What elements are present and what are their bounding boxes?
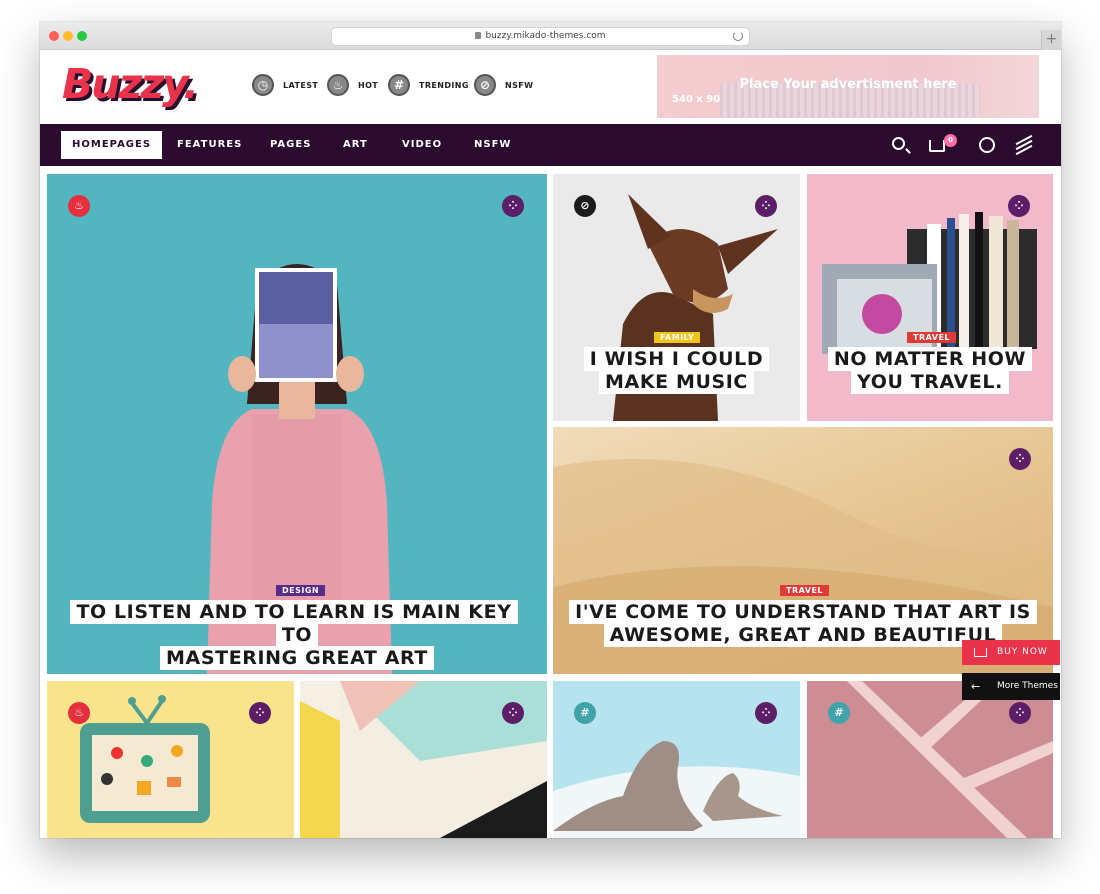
- post-card-6[interactable]: ⁘: [300, 681, 547, 838]
- address-bar[interactable]: buzzy.mikado-themes.com: [332, 28, 749, 45]
- buy-now-button[interactable]: BUY NOW: [962, 640, 1060, 665]
- main-nav: HOMEPAGES FEATURES PAGES ART VIDEO NSFW …: [40, 124, 1061, 166]
- quick-link-label: TRENDING: [419, 80, 469, 90]
- hot-badge-icon[interactable]: ♨: [68, 702, 90, 724]
- post-card-8[interactable]: # ⁘: [807, 681, 1053, 838]
- category-tag-family[interactable]: FAMILY: [654, 332, 701, 343]
- share-icon[interactable]: ⁘: [502, 195, 524, 217]
- more-themes-button[interactable]: More Themes: [962, 673, 1060, 700]
- nav-item-pages[interactable]: PAGES: [270, 124, 311, 166]
- post-card-5[interactable]: ♨ ⁘: [47, 681, 294, 838]
- nav-item-art[interactable]: ART: [343, 124, 368, 166]
- new-tab-button[interactable]: +: [1041, 30, 1061, 50]
- nav-item-features[interactable]: FEATURES: [177, 124, 242, 166]
- post-4-title-line-1: I'VE COME TO UNDERSTAND THAT ART IS: [569, 600, 1037, 624]
- nav-item-nsfw[interactable]: NSFW: [474, 124, 511, 166]
- post-card-2[interactable]: ⊘ ⁘ FAMILY I WISH I COULD MAKE MUSIC: [553, 174, 800, 421]
- post-card-3[interactable]: ⁘ TRAVEL NO MATTER HOW YOU TRAVEL.: [807, 174, 1053, 421]
- share-icon[interactable]: ⁘: [755, 195, 777, 217]
- trending-badge-icon[interactable]: #: [574, 702, 596, 724]
- site-header: Buzzy. ◷ LATEST ♨ HOT # TRENDING ⊘ NSFW …: [40, 50, 1061, 124]
- post-1-title-line-1: TO LISTEN AND TO LEARN IS MAIN KEY TO: [70, 600, 518, 647]
- user-account-icon[interactable]: [979, 137, 995, 153]
- category-tag-design[interactable]: DESIGN: [276, 585, 326, 596]
- url-text: buzzy.mikado-themes.com: [485, 31, 606, 41]
- category-tag-travel[interactable]: TRAVEL: [780, 585, 830, 596]
- nsfw-badge-icon[interactable]: ⊘: [574, 195, 596, 217]
- ad-size-label: 540 x 90: [672, 94, 721, 105]
- post-card-4[interactable]: ⁘ TRAVEL I'VE COME TO UNDERSTAND THAT AR…: [553, 427, 1053, 674]
- hash-icon: #: [388, 74, 410, 96]
- post-4-title-line-2: AWESOME, GREAT AND BEAUTIFUL: [603, 623, 1003, 647]
- quick-link-nsfw[interactable]: ⊘ NSFW: [474, 74, 533, 96]
- quick-link-label: HOT: [358, 80, 379, 90]
- post-3-title-line-2: YOU TRAVEL.: [851, 370, 1009, 394]
- share-icon[interactable]: ⁘: [1009, 702, 1031, 724]
- block-icon: ⊘: [474, 74, 496, 96]
- hot-badge-icon[interactable]: ♨: [68, 195, 90, 217]
- share-icon[interactable]: ⁘: [502, 702, 524, 724]
- post-2-title[interactable]: I WISH I COULD MAKE MUSIC: [553, 347, 800, 394]
- minimize-window-button[interactable]: [63, 31, 73, 41]
- browser-window: buzzy.mikado-themes.com + Buzzy. ◷ LATES…: [40, 22, 1061, 838]
- nav-item-homepages[interactable]: HOMEPAGES: [61, 131, 163, 159]
- site-logo[interactable]: Buzzy.: [62, 60, 199, 108]
- reload-icon[interactable]: [733, 31, 743, 41]
- quick-link-latest[interactable]: ◷ LATEST: [252, 74, 318, 96]
- post-3-title[interactable]: NO MATTER HOW YOU TRAVEL.: [807, 347, 1053, 394]
- share-icon[interactable]: ⁘: [249, 702, 271, 724]
- post-card-1[interactable]: ♨ ⁘ DESIGN TO LISTEN AND TO LEARN IS MAI…: [47, 174, 547, 674]
- share-icon[interactable]: ⁘: [1009, 448, 1031, 470]
- quick-link-label: NSFW: [505, 80, 534, 90]
- advertisement-banner[interactable]: Place Your advertisment here 540 x 90: [657, 55, 1039, 118]
- share-icon[interactable]: ⁘: [755, 702, 777, 724]
- share-icon[interactable]: ⁘: [1008, 195, 1030, 217]
- post-2-title-line-1: I WISH I COULD: [583, 347, 770, 371]
- zoom-window-button[interactable]: [77, 31, 87, 41]
- ad-text: Place Your advertisment here: [739, 77, 957, 92]
- cart-icon[interactable]: [929, 140, 945, 152]
- post-2-title-line-2: MAKE MUSIC: [599, 370, 754, 394]
- quick-link-trending[interactable]: # TRENDING: [388, 74, 469, 96]
- cart-count-badge: 0: [944, 134, 957, 147]
- post-1-title-line-2: MASTERING GREAT ART: [160, 646, 434, 670]
- quick-link-hot[interactable]: ♨ HOT: [327, 74, 378, 96]
- lock-icon: [475, 32, 482, 39]
- post-1-title[interactable]: TO LISTEN AND TO LEARN IS MAIN KEY TO MA…: [57, 600, 537, 670]
- post-card-7[interactable]: # ⁘: [553, 681, 800, 838]
- side-menu-icon[interactable]: [1015, 134, 1033, 156]
- close-window-button[interactable]: [49, 31, 59, 41]
- category-tag-travel[interactable]: TRAVEL: [907, 332, 957, 343]
- browser-toolbar: buzzy.mikado-themes.com +: [40, 22, 1061, 50]
- trending-badge-icon[interactable]: #: [828, 702, 850, 724]
- quick-link-label: LATEST: [283, 80, 319, 90]
- flame-icon: ♨: [327, 74, 349, 96]
- search-icon[interactable]: [892, 137, 905, 150]
- post-3-title-line-1: NO MATTER HOW: [827, 347, 1033, 371]
- nav-item-video[interactable]: VIDEO: [402, 124, 442, 166]
- post-1-image: [207, 264, 392, 674]
- clock-icon: ◷: [252, 74, 274, 96]
